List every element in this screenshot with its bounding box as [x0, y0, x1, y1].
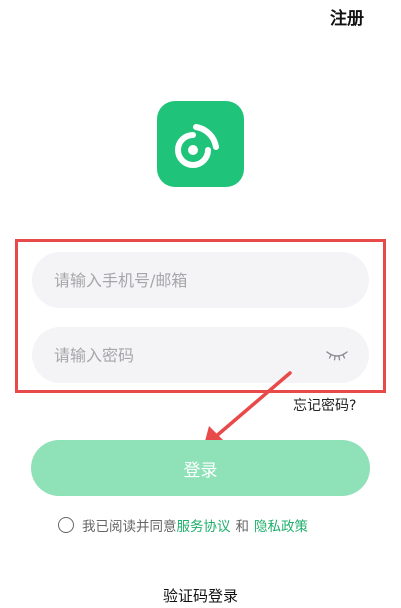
agreement-row: 我已阅读并同意 服务协议 和 隐私政策 [58, 515, 308, 535]
app-logo [157, 101, 244, 187]
login-button[interactable]: 登录 [31, 440, 370, 496]
terms-of-service-link[interactable]: 服务协议 [177, 515, 231, 535]
agreement-and: 和 [235, 519, 250, 535]
agreement-radio[interactable] [58, 517, 74, 533]
register-link[interactable]: 注册 [330, 4, 364, 29]
broadcast-signal-icon [175, 124, 219, 168]
privacy-policy-link[interactable]: 隐私政策 [254, 515, 308, 535]
password-field[interactable] [32, 327, 369, 383]
agreement-prefix: 我已阅读并同意 [82, 519, 177, 535]
phone-email-field[interactable] [32, 252, 369, 308]
phone-email-input[interactable] [52, 269, 349, 291]
eye-closed-icon[interactable] [325, 347, 349, 363]
password-input[interactable] [52, 344, 319, 366]
forgot-password-link[interactable]: 忘记密码? [293, 395, 356, 415]
sms-code-login-link[interactable]: 验证码登录 [0, 585, 401, 606]
